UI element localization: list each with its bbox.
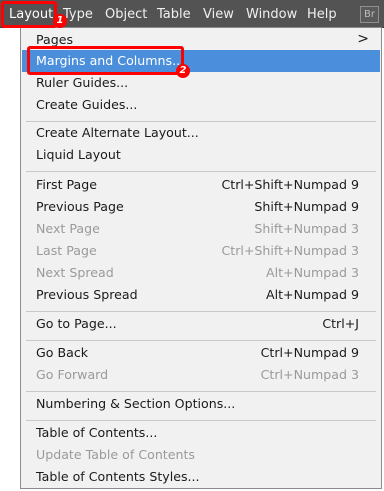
menu-separator [26,171,376,172]
menu-item-label: Go Forward [36,367,109,382]
menu-object[interactable]: Object [105,0,147,28]
menu-item-shortcut: Ctrl+J [322,316,359,331]
menu-view[interactable]: View [203,0,234,28]
menu-item-label: Ruler Guides... [36,75,129,90]
menu-item-shortcut: Alt+Numpad 9 [266,287,359,302]
menu-item-label: Next Spread [36,265,114,280]
menu-type[interactable]: Type [63,0,93,28]
menu-separator [26,420,376,421]
menu-item-label: Table of Contents... [36,425,158,440]
menu-item-shortcut: Alt+Numpad 3 [266,265,359,280]
menu-item-label: Liquid Layout [36,147,121,162]
menu-item-shortcut: Ctrl+Numpad 3 [260,367,359,382]
menu-table[interactable]: Table [157,0,191,28]
menu-item-label: Go to Page... [36,316,117,331]
menu-separator [26,391,376,392]
menu-item-label: Update Table of Contents [36,447,195,462]
menu-item-label: First Page [36,177,97,192]
menu-item-shortcut: Ctrl+Shift+Numpad 9 [221,177,359,192]
menu-item-go-back[interactable]: Go Back Ctrl+Numpad 9 [22,342,380,364]
menu-item-label: Last Page [36,243,97,258]
menu-item-label: Next Page [36,221,100,236]
menu-item-update-table-of-contents: Update Table of Contents [22,444,380,466]
menu-item-shortcut: Shift+Numpad 3 [254,221,359,236]
menu-item-create-alternate-layout[interactable]: Create Alternate Layout... [22,122,380,144]
menu-item-label: Create Guides... [36,97,138,112]
menu-item-shortcut: Shift+Numpad 9 [254,199,359,214]
menu-item-last-page: Last Page Ctrl+Shift+Numpad 3 [22,240,380,262]
menu-window[interactable]: Window [246,0,297,28]
annotation-box-margins [27,46,184,75]
menu-item-first-page[interactable]: First Page Ctrl+Shift+Numpad 9 [22,174,380,196]
menu-item-label: Previous Spread [36,287,138,302]
menu-item-table-of-contents-styles[interactable]: Table of Contents Styles... [22,466,380,488]
menu-item-ruler-guides[interactable]: Ruler Guides... [22,72,380,94]
layout-dropdown-menu: Pages > Margins and Columns... Ruler Gui… [20,27,382,489]
menu-item-numbering-section-options[interactable]: Numbering & Section Options... [22,393,380,415]
menu-item-table-of-contents[interactable]: Table of Contents... [22,422,380,444]
annotation-box-layout [1,1,57,28]
menu-separator [26,340,376,341]
menu-item-label: Table of Contents Styles... [36,469,200,484]
annotation-step-2: 2 [176,64,190,78]
menu-item-label: Previous Page [36,199,124,214]
menu-item-label: Create Alternate Layout... [36,125,199,140]
menu-item-next-spread: Next Spread Alt+Numpad 3 [22,262,380,284]
menu-separator [26,311,376,312]
menu-item-shortcut: Ctrl+Numpad 9 [260,345,359,360]
bridge-badge-icon[interactable]: Br [360,6,379,23]
menu-item-label: Go Back [36,345,89,360]
menu-item-go-forward: Go Forward Ctrl+Numpad 3 [22,364,380,386]
menu-item-previous-page[interactable]: Previous Page Shift+Numpad 9 [22,196,380,218]
menu-item-label: Numbering & Section Options... [36,396,236,411]
menu-item-previous-spread[interactable]: Previous Spread Alt+Numpad 9 [22,284,380,306]
menu-item-liquid-layout[interactable]: Liquid Layout [22,144,380,166]
menu-help[interactable]: Help [307,0,337,28]
menu-item-create-guides[interactable]: Create Guides... [22,94,380,116]
annotation-step-1: 1 [53,14,67,28]
menu-item-next-page: Next Page Shift+Numpad 3 [22,218,380,240]
menu-item-go-to-page[interactable]: Go to Page... Ctrl+J [22,313,380,335]
menu-item-shortcut: Ctrl+Shift+Numpad 3 [221,243,359,258]
submenu-arrow-icon: > [357,31,369,47]
